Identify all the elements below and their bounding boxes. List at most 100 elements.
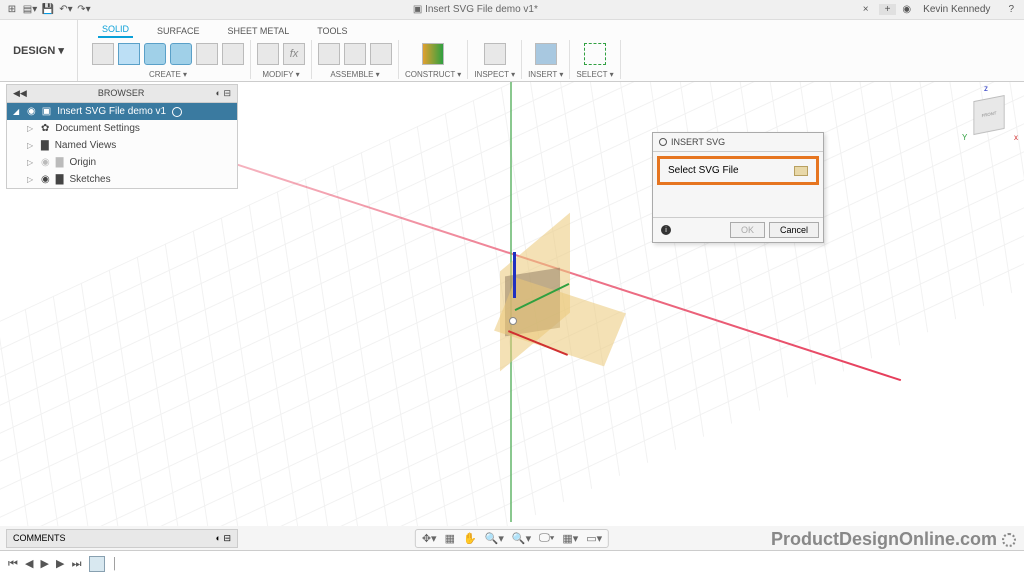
view-cube[interactable]: z FRONT Y x (966, 92, 1012, 138)
assemble-more-icon[interactable] (370, 43, 392, 65)
select-file-label: Select SVG File (668, 165, 739, 176)
watermark-gear-icon (1002, 533, 1016, 547)
revolve-icon[interactable] (170, 43, 192, 65)
insert-svg-dialog: INSERT SVG Select SVG File i OK Cancel (652, 132, 824, 243)
display-icon[interactable]: 🖵▾ (539, 532, 554, 545)
timeline-feature-sketch[interactable] (89, 556, 105, 572)
timeline-next-icon[interactable]: ▶ (54, 558, 66, 570)
group-construct-label[interactable]: CONSTRUCT ▾ (405, 70, 461, 79)
visibility-icon[interactable]: ◉ (41, 174, 50, 185)
radio-icon[interactable] (172, 107, 182, 117)
browser-title: BROWSER (98, 88, 145, 99)
viewport-icon[interactable]: ▭▾ (586, 532, 602, 545)
tab-add-icon[interactable]: + (879, 4, 897, 15)
comments-label: COMMENTS (13, 533, 66, 544)
lookAt-icon[interactable]: ▦ (445, 532, 455, 545)
timeline-play-icon[interactable]: ▶ (39, 558, 51, 570)
group-select-label[interactable]: SELECT ▾ (576, 70, 613, 79)
sketch-plane-yz (500, 213, 570, 372)
group-inspect-label[interactable]: INSPECT ▾ (474, 70, 515, 79)
ok-button[interactable]: OK (730, 222, 765, 238)
group-assemble-label[interactable]: ASSEMBLE ▾ (330, 70, 379, 79)
cancel-button[interactable]: Cancel (769, 222, 819, 238)
tab-close-icon[interactable]: × (859, 4, 873, 15)
help-icon[interactable]: ? (1002, 4, 1020, 15)
redo-icon[interactable]: ↷▾ (76, 2, 92, 18)
pan-icon[interactable]: ✋ (463, 532, 477, 545)
info-icon[interactable]: i (661, 225, 671, 235)
extrude-icon[interactable] (144, 43, 166, 65)
group-inspect: INSPECT ▾ (468, 40, 522, 79)
construct-icon[interactable] (422, 43, 444, 65)
origin-folder-icon: ▇ (56, 157, 64, 168)
browser-item-origin[interactable]: ▷◉▇Origin (7, 154, 237, 171)
timeline-start-icon[interactable]: ⏮ (6, 558, 20, 570)
comments-panel[interactable]: COMMENTS ◐ ⊟ (6, 529, 238, 548)
create-more-icon[interactable] (222, 43, 244, 65)
file-icon[interactable]: ▤▾ (22, 2, 38, 18)
sketch-icon[interactable] (92, 43, 114, 65)
save-icon[interactable]: 💾 (40, 2, 56, 18)
browser-item-namedviews[interactable]: ▷▇Named Views (7, 137, 237, 154)
grid-icon[interactable]: ⊞ (4, 2, 20, 18)
inspect-icon[interactable] (484, 43, 506, 65)
box-icon[interactable] (118, 43, 140, 65)
timeline-playhead[interactable]: │ (111, 558, 118, 570)
navigation-bar: ✥▾ ▦ ✋ 🔍▾ 🔍▾ 🖵▾ ▦▾ ▭▾ (415, 529, 609, 548)
viewcube-face[interactable]: FRONT (973, 95, 1004, 135)
browser-root[interactable]: ◢ ◉ ▣ Insert SVG File demo v1 (7, 103, 237, 120)
folder-open-icon[interactable] (794, 166, 808, 176)
expand-icon[interactable]: ◢ (13, 107, 21, 116)
undo-icon[interactable]: ↶▾ (58, 2, 74, 18)
browser-item-label: Sketches (69, 174, 110, 185)
dialog-title: INSERT SVG (671, 137, 725, 147)
select-icon[interactable] (584, 43, 606, 65)
browser-collapse-icon[interactable]: ◀◀ (13, 88, 27, 99)
tab-surface[interactable]: SURFACE (153, 24, 204, 38)
dialog-settings-icon[interactable] (659, 138, 667, 146)
group-create-label[interactable]: CREATE ▾ (149, 70, 187, 79)
group-assemble: ASSEMBLE ▾ (312, 40, 399, 79)
orbit-icon[interactable]: ✥▾ (422, 532, 437, 545)
fx-icon[interactable]: fx (283, 43, 305, 65)
group-create: CREATE ▾ (86, 40, 251, 79)
sketch-plane-xy (494, 278, 626, 367)
visibility-icon[interactable]: ◉ (27, 106, 36, 117)
fit-icon[interactable]: 🔍▾ (512, 532, 531, 545)
tab-tools[interactable]: TOOLS (313, 24, 351, 38)
group-insert-label[interactable]: INSERT ▾ (528, 70, 563, 79)
group-modify-label[interactable]: MODIFY ▾ (262, 70, 299, 79)
insert-icon[interactable] (535, 43, 557, 65)
group-construct: CONSTRUCT ▾ (399, 40, 468, 79)
workspace-design-button[interactable]: DESIGN ▾ (0, 20, 78, 81)
user-name[interactable]: Kevin Kennedy (917, 4, 996, 15)
tab-sheetmetal[interactable]: SHEET METAL (224, 24, 294, 38)
pressfull-icon[interactable] (257, 43, 279, 65)
group-select: SELECT ▾ (570, 40, 620, 79)
browser-item-sketches[interactable]: ▷◉▇Sketches (7, 171, 237, 188)
z-axis-indicator (513, 252, 516, 298)
browser-panel: ◀◀ BROWSER ◐ ⊟ ◢ ◉ ▣ Insert SVG File dem… (6, 84, 238, 189)
timeline-end-icon[interactable]: ⏭ (70, 558, 84, 570)
browser-item-docsettings[interactable]: ▷✿Document Settings (7, 120, 237, 137)
browser-pin-icon[interactable]: ◐ ⊟ (216, 88, 231, 99)
cube-icon: ▣ (413, 4, 422, 15)
assemble-icon[interactable] (318, 43, 340, 65)
visibility-off-icon[interactable]: ◉ (41, 157, 50, 168)
tab-solid[interactable]: SOLID (98, 22, 133, 38)
joint-icon[interactable] (344, 43, 366, 65)
timeline: ⏮ ◀ ▶ ▶ ⏭ │ (0, 550, 1024, 576)
hole-icon[interactable] (196, 43, 218, 65)
grid-settings-icon[interactable]: ▦▾ (562, 532, 578, 545)
sketch-plane-xz (505, 268, 560, 337)
y-axis-line (510, 82, 512, 522)
viewcube-x-label: x (1014, 133, 1018, 142)
select-svg-file-row[interactable]: Select SVG File (657, 156, 819, 185)
zoom-icon[interactable]: 🔍▾ (485, 532, 504, 545)
comments-expand-icon[interactable]: ◐ ⊟ (216, 533, 231, 544)
watermark: ProductDesignOnline.com (771, 529, 1016, 550)
timeline-prev-icon[interactable]: ◀ (23, 558, 35, 570)
y-axis-indicator (515, 283, 570, 311)
extensions-icon[interactable]: ◉ (902, 4, 911, 15)
viewcube-z-label: z (984, 84, 988, 93)
